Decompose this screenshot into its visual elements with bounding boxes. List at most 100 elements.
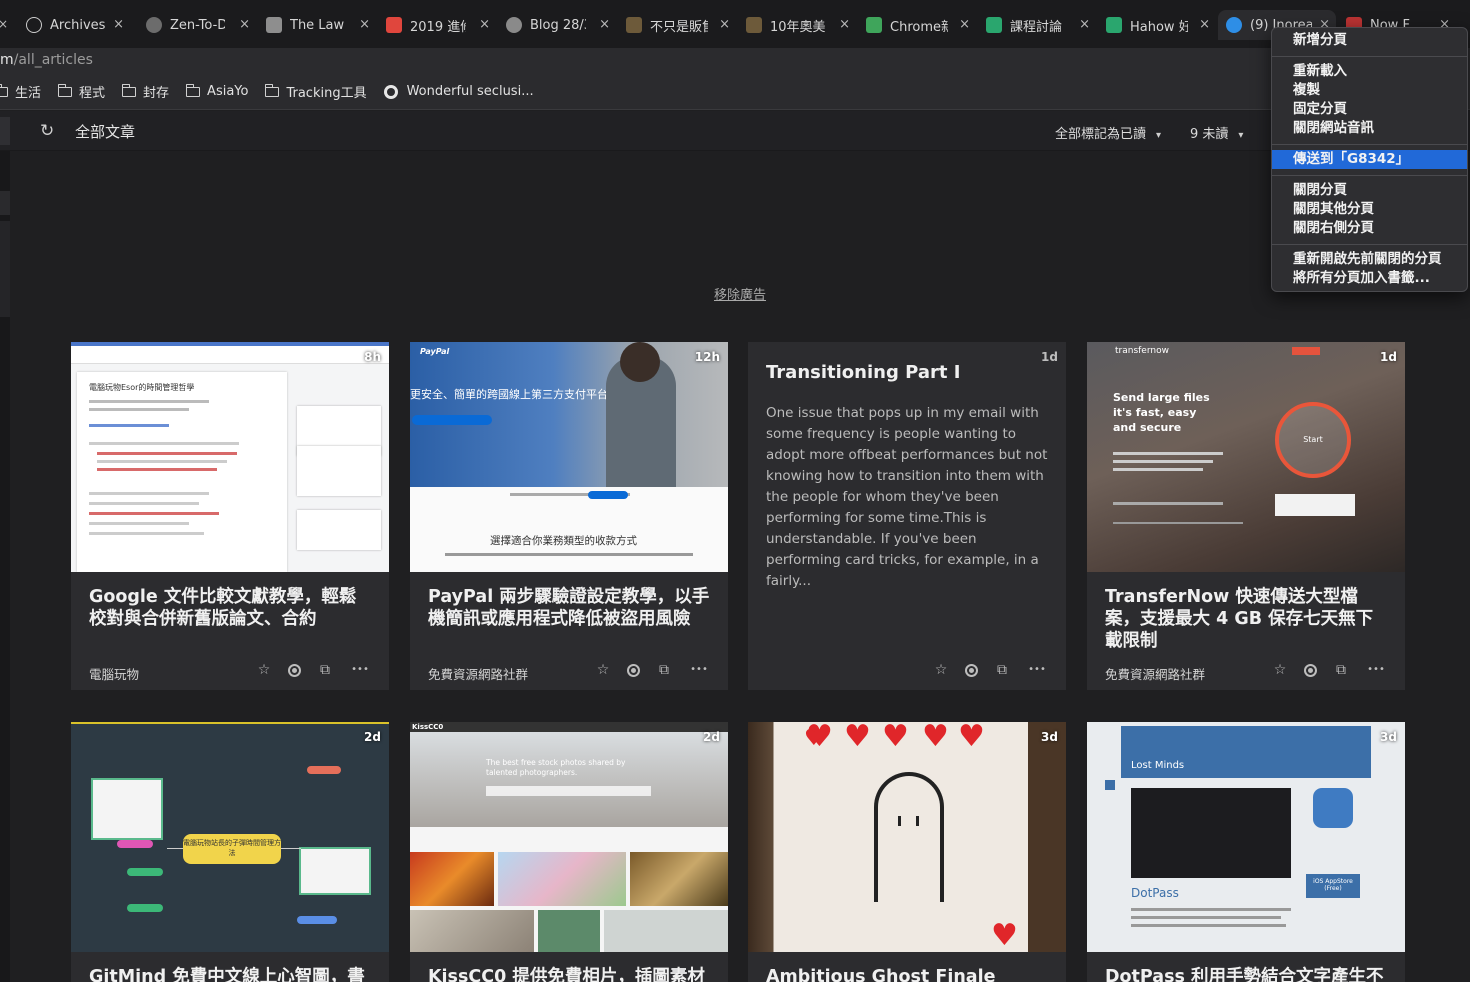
article-title[interactable]: Ambitious Ghost Finale (766, 966, 1048, 982)
folder-icon (0, 83, 8, 97)
article-source[interactable]: 免費資源網路社群 (1105, 664, 1205, 683)
tab-blog[interactable]: Blog 28/3 × (506, 10, 616, 40)
sidebar-item[interactable] (0, 221, 10, 317)
tab-2019[interactable]: 2019 進修 × (386, 10, 496, 40)
sidebar-item[interactable] (0, 191, 10, 215)
refresh-icon[interactable]: ↻ (40, 121, 54, 141)
article-card[interactable]: Lost Minds DotPass iOS AppStore (Free) 3… (1087, 722, 1405, 982)
menu-item-new-tab[interactable]: 新增分頁 (1272, 31, 1467, 50)
menu-item-mute-site[interactable]: 關閉網站音訊 (1272, 119, 1467, 138)
open-external-icon[interactable]: ⧉ (318, 662, 332, 678)
mark-read-icon[interactable] (1304, 664, 1317, 677)
open-external-icon[interactable]: ⧉ (1334, 662, 1348, 678)
tab-not-only-sale[interactable]: 不只是販售 × (626, 10, 736, 40)
heart-pip-icon: ♥ (844, 722, 871, 754)
bookmark-wonderful[interactable]: Wonderful seclusi... (383, 84, 534, 99)
article-source[interactable]: 免費資源網路社群 (428, 664, 528, 683)
article-age: 12h (694, 350, 720, 364)
article-title[interactable]: PayPal 兩步驟驗證設定教學，以手機簡訊或應用程式降低被盜用風險 (428, 586, 710, 630)
article-card[interactable]: 1d Transitioning Part I One issue that p… (748, 342, 1066, 690)
tab-archives[interactable]: × Archives × (0, 10, 130, 40)
tab-course[interactable]: 課程討論 × (986, 10, 1096, 40)
close-tab-icon[interactable]: × (239, 17, 250, 32)
sidebar-toggle[interactable] (0, 117, 10, 145)
close-tab-icon[interactable]: × (959, 17, 970, 32)
article-title[interactable]: DotPass 利用手勢結合文字產生不 (1105, 966, 1387, 982)
close-tab-icon[interactable]: × (1199, 17, 1210, 32)
tab-the-law[interactable]: The Law of × (266, 10, 376, 40)
menu-item-reopen-closed-tab[interactable]: 重新開啟先前關閉的分頁 (1272, 250, 1467, 269)
close-tab-icon[interactable]: × (599, 17, 610, 32)
ghost-drawing (874, 772, 944, 902)
tab-title: 2019 進修 (410, 19, 466, 35)
menu-item-close-tab[interactable]: 關閉分頁 (1272, 181, 1467, 200)
bookmark-folder-code[interactable]: 程式 (57, 82, 105, 101)
article-card[interactable]: 電腦玩物Esor的時間管理哲學 8h Google 文件比較文獻教學，輕鬆校對與… (71, 342, 389, 690)
tab-chrome[interactable]: Chrome新 × (866, 10, 976, 40)
star-icon[interactable]: ☆ (934, 662, 948, 678)
more-icon[interactable]: ••• (1026, 664, 1048, 678)
close-tab-icon[interactable]: × (479, 17, 490, 32)
article-card[interactable]: transfernow Send large files it's fast, … (1087, 342, 1405, 690)
article-title[interactable]: GitMind 免費中文線上心智圖，書 (89, 966, 371, 982)
star-icon[interactable]: ☆ (257, 662, 271, 678)
article-card[interactable]: ♥ ♥ ♥ ♥ ♥ ♥ ♥ 3d Ambitious Ghost Finale (748, 722, 1066, 982)
mark-read-icon[interactable] (288, 664, 301, 677)
article-source[interactable]: 電腦玩物 (89, 664, 139, 683)
mark-all-read-button[interactable]: 全部標記為已讀 ▾ (1055, 123, 1161, 142)
bookmark-folder-archive[interactable]: 封存 (121, 82, 169, 101)
open-external-icon[interactable]: ⧉ (995, 662, 1009, 678)
menu-item-close-other-tabs[interactable]: 關閉其他分頁 (1272, 200, 1467, 219)
mark-read-icon[interactable] (965, 664, 978, 677)
bookmark-folder-tracking[interactable]: Tracking工具 (264, 82, 367, 101)
tab-ogilvy[interactable]: 10年奧美 × (746, 10, 856, 40)
more-icon[interactable]: ••• (688, 664, 710, 678)
open-external-icon[interactable]: ⧉ (657, 662, 671, 678)
article-thumbnail: PayPal 更安全、簡單的跨國線上第三方支付平台 選擇適合你業務類型的收款方式… (410, 342, 728, 572)
bookmark-folder-life[interactable]: 生活 (0, 82, 41, 101)
article-age: 2d (703, 730, 720, 744)
article-excerpt[interactable]: One issue that pops up in my email with … (766, 403, 1051, 592)
menu-item-close-tabs-right[interactable]: 關閉右側分頁 (1272, 219, 1467, 238)
dotpass-site-logo: Lost Minds (1131, 760, 1185, 771)
tab-hahow[interactable]: Hahow 好 × (1106, 10, 1216, 40)
article-title[interactable]: TransferNow 快速傳送大型檔案，支援最大 4 GB 保存七天無下載限制 (1105, 586, 1387, 652)
tab-title: 不只是販售 (650, 19, 708, 35)
menu-item-bookmark-all-tabs[interactable]: 將所有分頁加入書籤... (1272, 269, 1467, 288)
close-tab-icon[interactable]: × (719, 17, 730, 32)
hahow-favicon-icon (986, 17, 1002, 33)
more-icon[interactable]: ••• (1365, 664, 1387, 678)
remove-ads-link[interactable]: 移除廣告 (714, 284, 766, 303)
article-card[interactable]: KissCC0 The best free stock photos share… (410, 722, 728, 982)
article-card[interactable]: 電腦玩物站長的子彈時間管理方法 2d GitMind 免費中文線上心智圖，書 (71, 722, 389, 982)
star-icon[interactable]: ☆ (1273, 662, 1287, 678)
folder-icon (121, 83, 137, 97)
article-title[interactable]: Google 文件比較文獻教學，輕鬆校對與合併新舊版論文、合約 (89, 586, 371, 630)
close-tab-icon[interactable]: × (1079, 17, 1090, 32)
article-age: 3d (1041, 730, 1058, 744)
address-bar[interactable]: m/all_articles (0, 48, 1470, 74)
article-title[interactable]: Transitioning Part I (766, 362, 960, 383)
tab-strip: × Archives × Zen-To-Done × The Law of × … (0, 0, 1470, 48)
bookmark-label: Wonderful seclusi... (406, 84, 534, 99)
article-title[interactable]: KissCC0 提供免費相片，插圖素材 (428, 966, 710, 982)
dotpass-title: DotPass (1131, 886, 1179, 900)
star-icon[interactable]: ☆ (596, 662, 610, 678)
more-icon[interactable]: ••• (349, 664, 371, 678)
mark-read-icon[interactable] (627, 664, 640, 677)
unread-filter-button[interactable]: 9 未讀 ▾ (1190, 123, 1243, 142)
close-tab-icon[interactable]: × (839, 17, 850, 32)
menu-item-duplicate[interactable]: 複製 (1272, 81, 1467, 100)
tab-context-menu: 新增分頁 重新載入 複製 固定分頁 關閉網站音訊 傳送到「G8342」 關閉分頁… (1271, 27, 1468, 292)
menu-item-send-to-device[interactable]: 傳送到「G8342」 (1272, 150, 1467, 169)
doc-menu-bar (71, 342, 389, 346)
doc-title: 電腦玩物Esor的時間管理哲學 (89, 383, 195, 392)
dotpass-header: Lost Minds (1121, 726, 1371, 778)
article-card[interactable]: PayPal 更安全、簡單的跨國線上第三方支付平台 選擇適合你業務類型的收款方式… (410, 342, 728, 690)
close-tab-icon[interactable]: × (113, 17, 124, 32)
menu-item-pin-tab[interactable]: 固定分頁 (1272, 100, 1467, 119)
menu-item-reload[interactable]: 重新載入 (1272, 62, 1467, 81)
bookmark-folder-asiayo[interactable]: AsiaYo (185, 83, 248, 99)
tab-zen-to-done[interactable]: Zen-To-Done × (146, 10, 256, 40)
close-tab-icon[interactable]: × (359, 17, 370, 32)
